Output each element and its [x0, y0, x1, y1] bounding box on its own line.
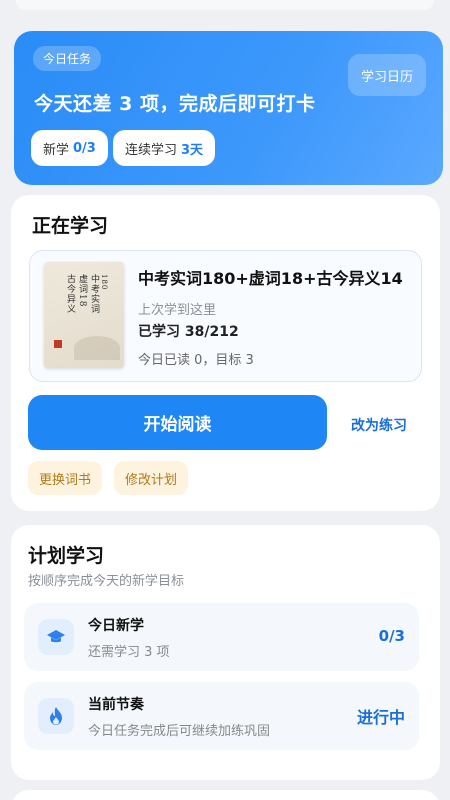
- current-study-card: 正在学习 中考实词 虚词18 古今异义 180 中考实词180+虚词18+古今异…: [11, 195, 440, 511]
- flame-icon: [38, 698, 74, 734]
- switch-to-practice-link[interactable]: 改为练习: [351, 415, 407, 435]
- edit-plan-button[interactable]: 修改计划: [114, 461, 189, 495]
- daily-task-banner: 今日任务 学习日历 今天还差 3 项，完成后即可打卡 新学 0/3 连续学习 3…: [14, 31, 443, 185]
- plan-row-current-pace[interactable]: 当前节奏 今日任务完成后可继续加练巩固 进行中: [24, 682, 419, 750]
- streak-label: 连续学习: [125, 142, 178, 158]
- cover-line: 古今异义: [65, 274, 75, 314]
- start-reading-button[interactable]: 开始阅读: [28, 395, 327, 450]
- last-read-text: 上次学到这里: [138, 303, 217, 318]
- next-card-edge: [11, 790, 440, 800]
- seal-icon: [54, 340, 62, 348]
- streak-value: 3天: [181, 142, 204, 158]
- cover-line: 180: [100, 274, 108, 291]
- streak-chip: 连续学习 3天: [113, 130, 216, 166]
- change-book-button[interactable]: 更换词书: [28, 461, 103, 495]
- current-book[interactable]: 中考实词 虚词18 古今异义 180 中考实词180+虚词18+古今异义14 上…: [29, 250, 422, 382]
- learned-progress: 已学习 38/212: [138, 324, 239, 340]
- book-cover: 中考实词 虚词18 古今异义 180: [44, 262, 124, 368]
- plan-row-value: 0/3: [378, 627, 405, 645]
- top-strip: [16, 0, 434, 10]
- study-plan-card: 计划学习 按顺序完成今天的新学目标 今日新学 还需学习 3 项 0/3 当前节奏…: [11, 525, 440, 780]
- daily-task-tag: 今日任务: [33, 46, 102, 71]
- cover-decoration: [74, 336, 120, 360]
- plan-subtitle: 按顺序完成今天的新学目标: [28, 574, 185, 589]
- plan-row-sub: 还需学习 3 项: [88, 645, 170, 660]
- current-study-title: 正在学习: [32, 215, 109, 237]
- new-learning-label: 新学: [43, 142, 70, 158]
- plan-title: 计划学习: [28, 545, 105, 567]
- plan-row-value: 进行中: [356, 708, 405, 727]
- book-title: 中考实词180+虚词18+古今异义14: [138, 269, 403, 288]
- cover-line: 虚词18: [77, 274, 87, 308]
- new-learning-chip: 新学 0/3: [31, 130, 108, 166]
- study-calendar-button[interactable]: 学习日历: [348, 54, 426, 96]
- plan-row-sub: 今日任务完成后可继续加练巩固: [88, 724, 271, 739]
- plan-row-title: 今日新学: [88, 618, 144, 634]
- graduation-cap-icon: [38, 619, 74, 655]
- new-learning-value: 0/3: [73, 140, 96, 156]
- plan-row-today-new[interactable]: 今日新学 还需学习 3 项 0/3: [24, 603, 419, 671]
- plan-row-title: 当前节奏: [88, 697, 144, 713]
- banner-title: 今天还差 3 项，完成后即可打卡: [34, 93, 316, 115]
- today-read-text: 今日已读 0，目标 3: [138, 353, 254, 368]
